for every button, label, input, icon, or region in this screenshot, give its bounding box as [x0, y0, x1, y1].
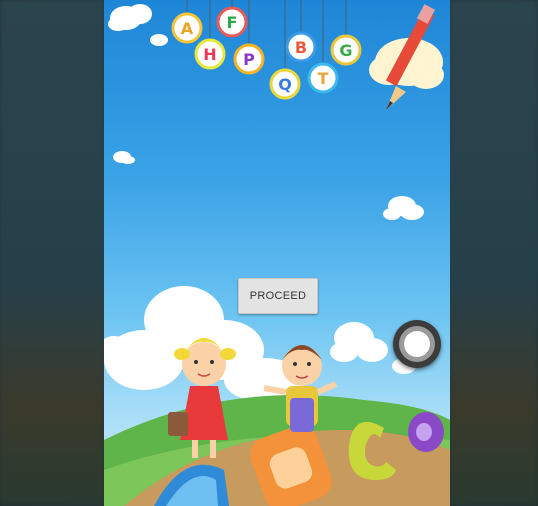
proceed-button[interactable]: PROCEED — [238, 278, 318, 314]
letter-bubble-q: Q — [269, 68, 301, 100]
letter-bubble-a: A — [171, 12, 203, 44]
radio-button-icon — [399, 326, 435, 362]
letter-bubble-h: H — [194, 38, 226, 70]
letter-bubble-g: G — [330, 34, 362, 66]
letter-bubble-b: B — [285, 31, 317, 63]
cloud-right — [383, 196, 424, 220]
pencil-cloud — [369, 4, 444, 110]
svg-text:H: H — [203, 45, 216, 64]
cloud-small — [113, 151, 135, 164]
svg-text:B: B — [295, 38, 307, 57]
letter-bubble-t: T — [307, 62, 339, 94]
letter-bubble-f: F — [216, 6, 248, 38]
right-letterbox — [450, 0, 538, 506]
svg-text:G: G — [339, 41, 352, 60]
left-letterbox — [0, 0, 104, 506]
background-illustration: A F H P B G Q T — [104, 0, 450, 506]
svg-text:Q: Q — [278, 75, 292, 94]
svg-text:A: A — [181, 19, 194, 38]
letter-bubble-p: P — [233, 43, 265, 75]
svg-text:F: F — [227, 13, 238, 32]
app-screen: A F H P B G Q T PROCEED — [104, 0, 450, 506]
svg-text:P: P — [243, 50, 255, 69]
hanging-letters: A F H P B G Q T — [171, 6, 362, 100]
svg-text:T: T — [318, 69, 329, 88]
cloud-top-left — [108, 4, 168, 46]
letter-d-block — [408, 412, 444, 452]
record-fab[interactable] — [393, 320, 441, 368]
